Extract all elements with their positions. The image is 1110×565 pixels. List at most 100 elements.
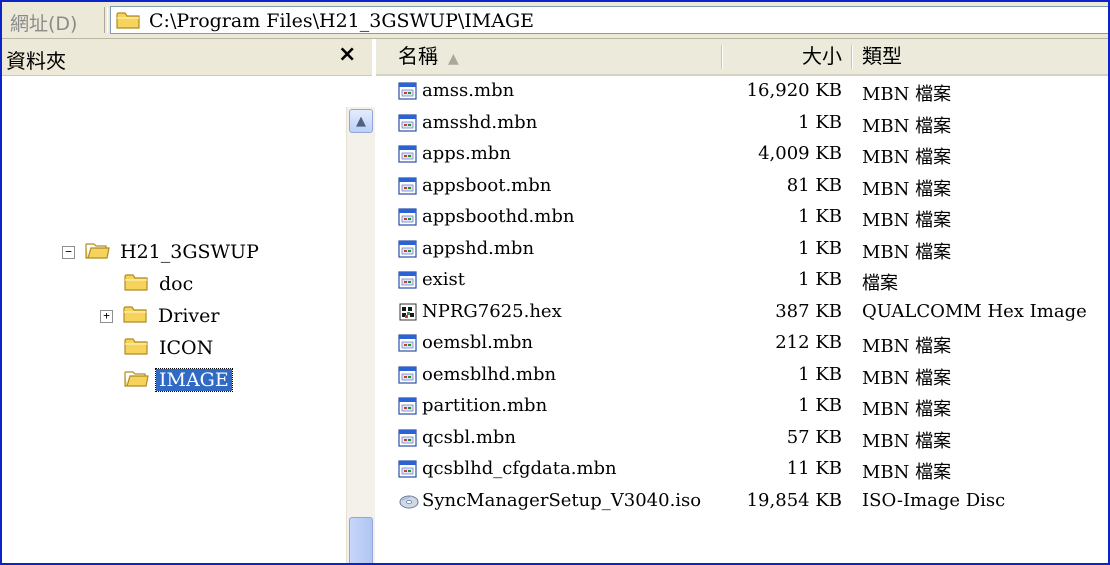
file-type: MBN 檔案 [862, 336, 952, 357]
file-type: ISO-Image Disc [862, 489, 1006, 511]
file-type: 檔案 [862, 273, 898, 294]
file-size: 19,854 KB [746, 489, 842, 511]
file-row[interactable]: qcsbl.mbn 57 KB MBN 檔案 [376, 423, 1108, 454]
file-size: 57 KB [786, 426, 842, 448]
file-type: MBN 檔案 [862, 462, 952, 483]
file-type: MBN 檔案 [862, 430, 952, 452]
column-header-name[interactable]: 名稱 ▲ [398, 39, 459, 74]
file-type: MBN 檔案 [862, 84, 952, 105]
file-row[interactable]: SyncManagerSetup_V3040.iso 19,854 KB ISO-I… [376, 486, 1108, 517]
file-name: apps.mbn [422, 143, 511, 164]
address-path: C:\Program Files\H21_3GSWUP\IMAGE [149, 10, 534, 32]
file-row[interactable]: NPRG7625.hex 387 KB QUALCOMM Hex Image [376, 297, 1108, 328]
file-type: MBN 檔案 [862, 399, 952, 420]
app-file-icon [398, 459, 418, 484]
file-row[interactable]: appshd.mbn 1 KB MBN 檔案 [376, 234, 1108, 265]
file-name: oemsbl.mbn [422, 332, 533, 353]
file-type: QUALCOMM Hex Image [862, 300, 1087, 322]
app-file-icon [398, 333, 418, 358]
column-name-label: 名稱 [398, 44, 438, 68]
folders-pane: 資料夾 × − H21_3GSWUP doc + Driver ICON IMA… [2, 39, 375, 563]
file-row[interactable]: oemsbl.mbn 212 KB MBN 檔案 [376, 328, 1108, 359]
collapse-toggle[interactable]: − [62, 245, 75, 259]
file-size: 81 KB [786, 174, 842, 196]
file-row[interactable]: appsboot.mbn 81 KB MBN 檔案 [376, 171, 1108, 202]
app-file-icon [398, 176, 418, 201]
tree-item-h21-3gswup[interactable]: − H21_3GSWUP [62, 237, 262, 267]
file-name: qcsbl.mbn [422, 426, 517, 448]
file-size: 16,920 KB [746, 80, 842, 101]
file-name: amsshd.mbn [422, 111, 538, 133]
tree-item-image[interactable]: IMAGE [124, 365, 233, 395]
close-pane-button[interactable]: × [338, 42, 356, 67]
app-file-icon [398, 207, 418, 232]
sort-ascending-icon: ▲ [448, 51, 459, 67]
app-file-icon [398, 81, 418, 106]
file-row[interactable]: qcsblhd_cfgdata.mbn 11 KB MBN 檔案 [376, 454, 1108, 485]
file-type: MBN 檔案 [862, 178, 952, 200]
file-name: SyncManagerSetup_V3040.iso [422, 489, 702, 511]
file-row[interactable]: partition.mbn 1 KB MBN 檔案 [376, 391, 1108, 422]
app-file-icon [398, 270, 418, 295]
file-name: appsboot.mbn [422, 174, 552, 196]
column-header-size[interactable]: 大小 [722, 39, 842, 74]
file-size: 1 KB [798, 111, 842, 133]
folder-icon [124, 272, 150, 297]
chevron-up-icon: ▲ [356, 113, 366, 129]
file-size: 11 KB [786, 458, 842, 479]
tree-item-driver[interactable]: + Driver [100, 301, 222, 331]
file-row[interactable]: exist 1 KB 檔案 [376, 265, 1108, 296]
tree-item-label: IMAGE [155, 368, 233, 392]
column-divider[interactable] [851, 45, 853, 69]
file-name: NPRG7625.hex [422, 300, 562, 322]
column-header-type[interactable]: 類型 [862, 39, 902, 74]
file-type: MBN 檔案 [862, 210, 952, 231]
file-list-pane: 名稱 ▲ 大小 類型 amss.mbn 16,920 KB MBN 檔案 amsshd.… [376, 39, 1108, 563]
tree-item-doc[interactable]: doc [124, 269, 196, 299]
file-size: 1 KB [798, 237, 842, 259]
file-name: appsboothd.mbn [422, 206, 575, 227]
expand-toggle[interactable]: + [100, 309, 113, 323]
tree-item-label: ICON [159, 337, 214, 359]
folder-open-icon [124, 368, 150, 393]
tree-item-label: Driver [158, 305, 220, 327]
column-type-label: 類型 [862, 44, 902, 68]
file-name: appshd.mbn [422, 237, 535, 259]
disc-image-icon [398, 491, 420, 516]
folder-icon [116, 10, 142, 34]
scroll-up-button[interactable]: ▲ [349, 109, 373, 133]
file-name: oemsblhd.mbn [422, 363, 557, 385]
file-name: qcsblhd_cfgdata.mbn [422, 458, 617, 479]
file-size: 1 KB [798, 395, 842, 416]
file-type: MBN 檔案 [862, 241, 952, 263]
file-row[interactable]: apps.mbn 4,009 KB MBN 檔案 [376, 139, 1108, 170]
folder-open-icon [85, 240, 111, 265]
toolbar-separator [104, 7, 108, 33]
tree-item-icon[interactable]: ICON [124, 333, 216, 363]
folder-tree: − H21_3GSWUP doc + Driver ICON IMAGE [2, 75, 346, 563]
file-size: 4,009 KB [758, 143, 842, 164]
address-label: 網址(D) [10, 13, 78, 35]
file-type: MBN 檔案 [862, 115, 952, 137]
column-size-label: 大小 [802, 44, 842, 68]
file-row[interactable]: appsboothd.mbn 1 KB MBN 檔案 [376, 202, 1108, 233]
file-size: 1 KB [798, 363, 842, 385]
address-input[interactable]: C:\Program Files\H21_3GSWUP\IMAGE [110, 6, 1108, 34]
app-file-icon [398, 113, 418, 138]
file-name: exist [422, 269, 466, 290]
file-row[interactable]: oemsblhd.mbn 1 KB MBN 檔案 [376, 360, 1108, 391]
scroll-thumb[interactable] [349, 517, 373, 563]
folder-icon [123, 304, 149, 329]
file-row[interactable]: amss.mbn 16,920 KB MBN 檔案 [376, 76, 1108, 107]
folders-pane-header: 資料夾 × [2, 39, 372, 76]
file-type: MBN 檔案 [862, 147, 952, 168]
file-name: partition.mbn [422, 395, 548, 416]
folder-icon [124, 336, 150, 361]
hex-file-icon [398, 302, 418, 327]
file-row[interactable]: amsshd.mbn 1 KB MBN 檔案 [376, 108, 1108, 139]
folders-scrollbar[interactable]: ▲ [346, 107, 375, 563]
app-file-icon [398, 428, 418, 453]
folders-pane-title: 資料夾 [6, 49, 66, 73]
app-file-icon [398, 144, 418, 169]
app-file-icon [398, 396, 418, 421]
